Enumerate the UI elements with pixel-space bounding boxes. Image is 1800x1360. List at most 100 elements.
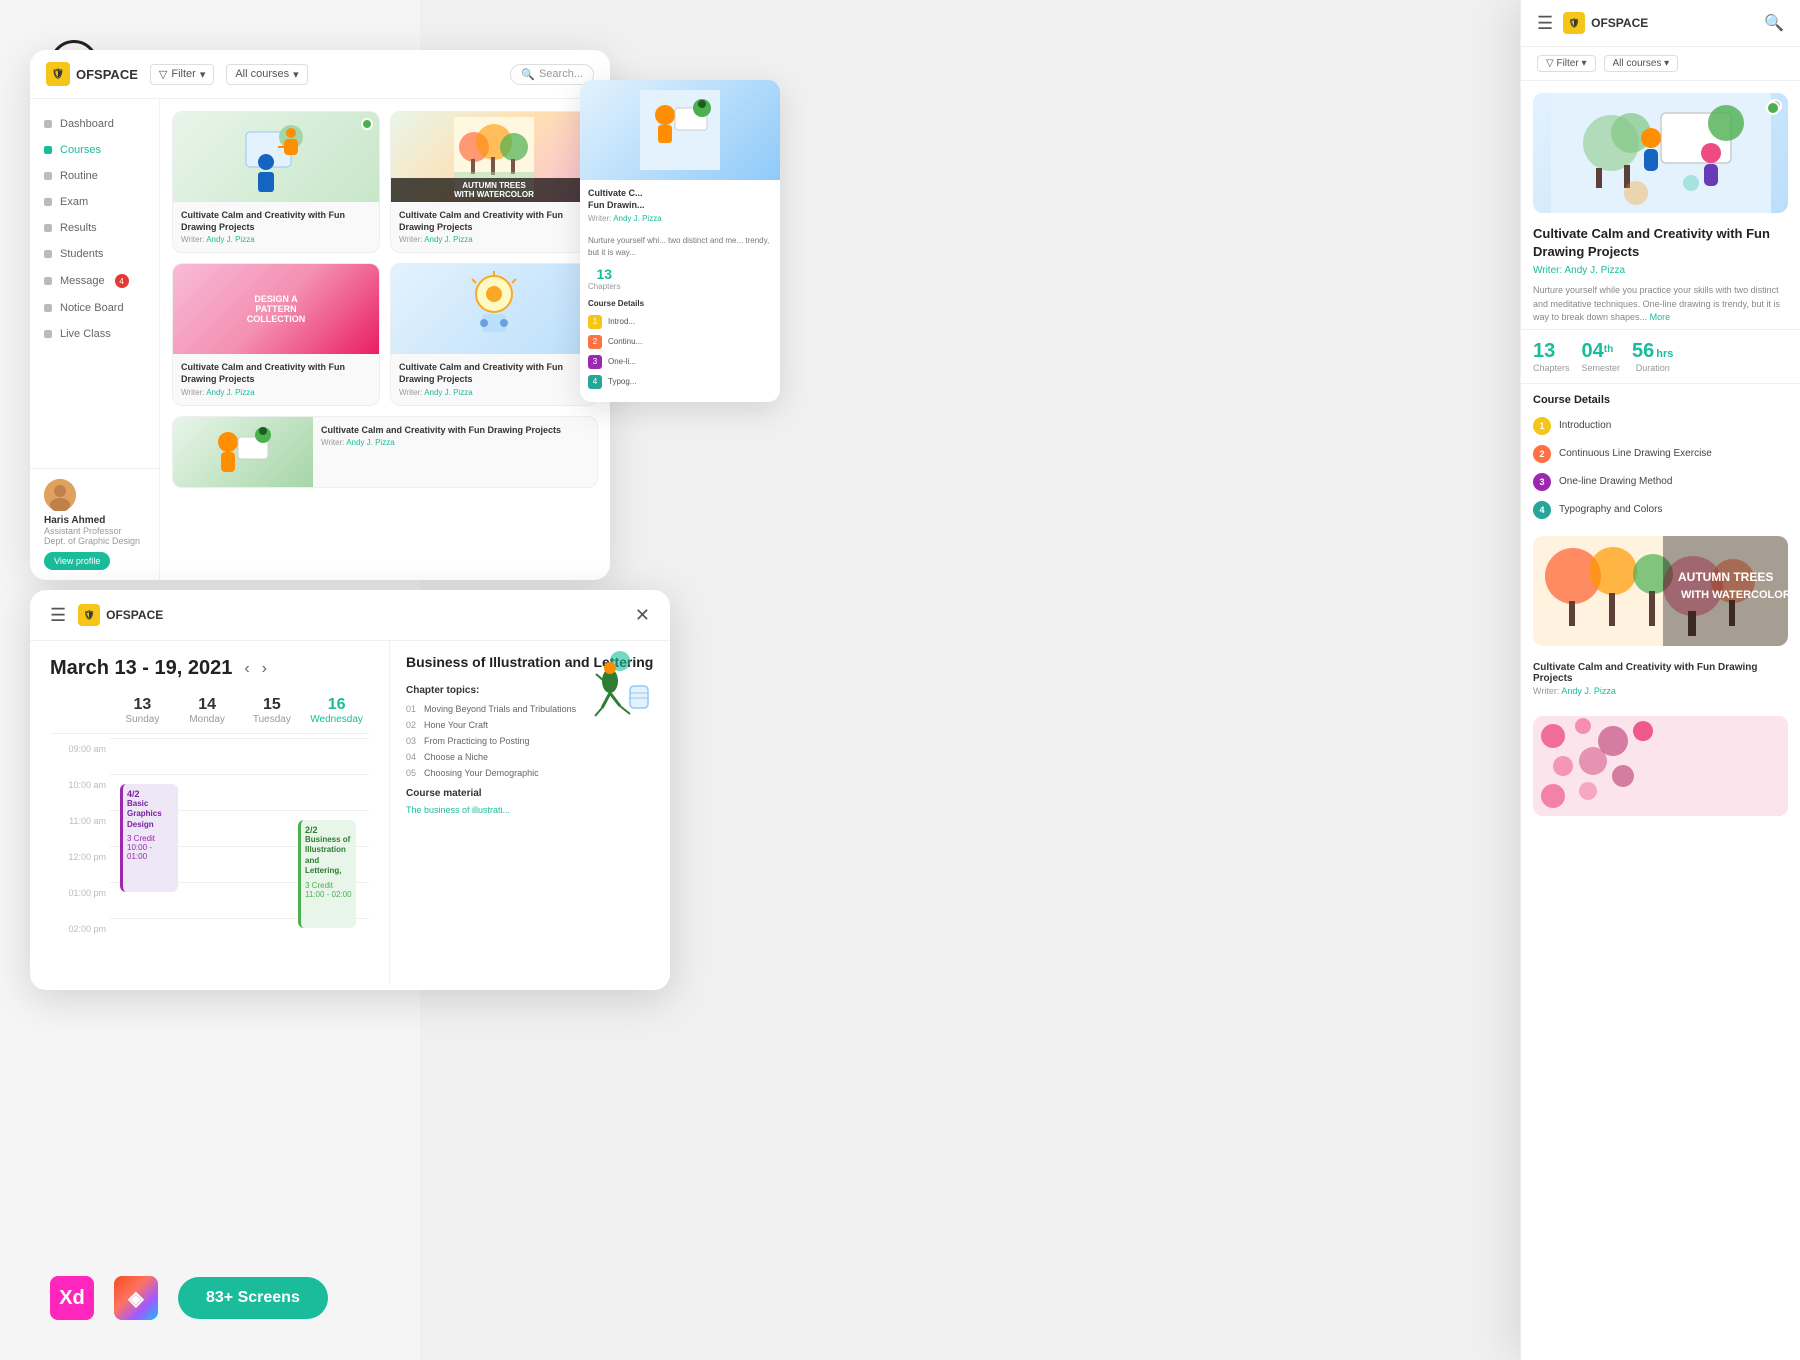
card-title-4: Cultivate Calm and Creativity with Fun D… bbox=[399, 362, 589, 385]
cal-date-nav: March 13 - 19, 2021 ‹ › bbox=[50, 657, 369, 680]
dp-more-link[interactable]: More bbox=[1650, 312, 1671, 322]
middle-card-title: Cultivate C...Fun Drawin... bbox=[588, 188, 772, 211]
dp-desc: Nurture yourself while you practice your… bbox=[1521, 280, 1800, 329]
cal-day-13: 13 Sunday bbox=[110, 696, 175, 725]
ds-header: 🛡 OFSPACE ▽ Filter ▾ All courses ▾ 🔍 Sea… bbox=[30, 50, 610, 99]
card-body-2: Cultivate Calm and Creativity with Fun D… bbox=[391, 202, 597, 252]
middle-card-desc: Nurture yourself whi... two distinct and… bbox=[580, 231, 780, 261]
courses-grid: Cultivate Calm and Creativity with Fun D… bbox=[172, 111, 598, 488]
cal-left: March 13 - 19, 2021 ‹ › 13 Sunday 14 Mon… bbox=[30, 641, 390, 985]
cal-time-grid: 09:00 am 10:00 am 11:00 am bbox=[50, 738, 369, 954]
dp-search-icon[interactable]: 🔍 bbox=[1764, 13, 1784, 33]
middle-card-stats: 13 Chapters bbox=[580, 266, 780, 291]
cal-material-link[interactable]: The business of illustrati... bbox=[406, 805, 654, 815]
avatar bbox=[44, 479, 76, 511]
dp-filter-btn[interactable]: ▽ Filter ▾ bbox=[1537, 55, 1596, 72]
cal-day-14: 14 Monday bbox=[175, 696, 240, 725]
ds-sidebar: Dashboard Courses Routine Exam Results S… bbox=[30, 99, 160, 580]
sidebar-item-dashboard[interactable]: Dashboard bbox=[30, 111, 159, 137]
bottom-bar: Xd ◈ 83+ Screens bbox=[50, 1276, 370, 1320]
card-img-5 bbox=[173, 417, 313, 487]
sidebar-item-noticeboard[interactable]: Notice Board bbox=[30, 295, 159, 321]
cal-event-business-illustration[interactable]: 2/2 Business of Illustration and Letteri… bbox=[298, 820, 356, 928]
nav-dot bbox=[44, 172, 52, 180]
dp-section-title: Course Details bbox=[1521, 384, 1800, 412]
cal-days-header: 13 Sunday 14 Monday 15 Tuesday 16 Wednes… bbox=[50, 696, 369, 734]
sidebar-item-students[interactable]: Students bbox=[30, 241, 159, 267]
ds-logo-icon: 🛡 bbox=[46, 62, 70, 86]
course-card-5[interactable]: Cultivate Calm and Creativity with Fun D… bbox=[172, 416, 598, 488]
sidebar-item-message[interactable]: Message 4 bbox=[30, 267, 159, 295]
dp-courses-btn[interactable]: All courses ▾ bbox=[1604, 55, 1679, 72]
nav-dot bbox=[44, 146, 52, 154]
profile-name: Haris Ahmed bbox=[44, 515, 146, 526]
dp-pattern-card[interactable]: DESIGN APATTERNCOLLECTION bbox=[1533, 716, 1788, 816]
detail-row-4: 4 Typog... bbox=[580, 372, 780, 392]
dp-menu-icon[interactable]: ☰ bbox=[1537, 13, 1553, 34]
card-writer-3: Writer: Andy J. Pizza bbox=[181, 388, 371, 397]
course-card-3[interactable]: DESIGN APATTERNCOLLECTION Cultivate Calm… bbox=[172, 263, 380, 405]
course-card-4[interactable]: Cultivate Calm and Creativity with Fun D… bbox=[390, 263, 598, 405]
dp-autumn-writer: Writer: Andy J. Pizza bbox=[1521, 686, 1800, 704]
dp-course-item-3: 3 One-line Drawing Method bbox=[1521, 468, 1800, 496]
cal-day-16: 16 Wednesday bbox=[304, 696, 369, 725]
card-title-3: Cultivate Calm and Creativity with Fun D… bbox=[181, 362, 371, 385]
card-title-5: Cultivate Calm and Creativity with Fun D… bbox=[321, 425, 589, 437]
nav-dot bbox=[44, 198, 52, 206]
middle-card-writer: Writer: Andy J. Pizza bbox=[588, 214, 772, 223]
cal-topic-4: 04 Choose a Niche bbox=[406, 752, 654, 762]
card-writer-4: Writer: Andy J. Pizza bbox=[399, 388, 589, 397]
profile-section: Haris Ahmed Assistant Professor Dept. of… bbox=[30, 468, 160, 580]
course-card-2[interactable]: AUTUMN TREESWITH WATERCOLOR Cultivate Ca… bbox=[390, 111, 598, 253]
cal-next-btn[interactable]: › bbox=[262, 660, 267, 678]
card-writer-5: Writer: Andy J. Pizza bbox=[321, 438, 589, 447]
cal-logo-icon: 🛡 bbox=[78, 604, 100, 626]
screens-button[interactable]: 83+ Screens bbox=[178, 1277, 328, 1319]
dp-hero-img bbox=[1533, 93, 1788, 213]
card-body-1: Cultivate Calm and Creativity with Fun D… bbox=[173, 202, 379, 252]
dp-autumn-title: Cultivate Calm and Creativity with Fun D… bbox=[1521, 658, 1800, 686]
middle-card-img bbox=[580, 80, 780, 180]
dp-autumn-card[interactable]: AUTUMN TREES WITH WATERCOLOR bbox=[1533, 536, 1788, 646]
svg-text:WITH WATERCOLOR: WITH WATERCOLOR bbox=[1681, 589, 1788, 601]
card-img-2: AUTUMN TREESWITH WATERCOLOR bbox=[391, 112, 597, 202]
ds-logo: 🛡 OFSPACE bbox=[46, 62, 138, 86]
card-body-5: Cultivate Calm and Creativity with Fun D… bbox=[313, 417, 597, 487]
sidebar-item-courses[interactable]: Courses bbox=[30, 137, 159, 163]
dp-logo-icon: 🛡 bbox=[1563, 12, 1585, 34]
course-card-1[interactable]: Cultivate Calm and Creativity with Fun D… bbox=[172, 111, 380, 253]
nav-dot bbox=[44, 304, 52, 312]
cal-close-icon[interactable]: ✕ bbox=[635, 605, 650, 626]
card-title-2: Cultivate Calm and Creativity with Fun D… bbox=[399, 210, 589, 233]
ds-search[interactable]: 🔍 Search... bbox=[510, 64, 594, 85]
nav-dot bbox=[44, 250, 52, 258]
nav-dot bbox=[44, 120, 52, 128]
view-profile-button[interactable]: View profile bbox=[44, 552, 110, 570]
card-title-1: Cultivate Calm and Creativity with Fun D… bbox=[181, 210, 371, 233]
cal-day-15: 15 Tuesday bbox=[240, 696, 305, 725]
cal-illustration bbox=[560, 646, 660, 726]
stat-chapters: 13 Chapters bbox=[588, 266, 620, 291]
dashboard-screenshot: 🛡 OFSPACE ▽ Filter ▾ All courses ▾ 🔍 Sea… bbox=[30, 50, 610, 580]
ds-body: Dashboard Courses Routine Exam Results S… bbox=[30, 99, 610, 580]
ds-filter-btn[interactable]: ▽ Filter ▾ bbox=[150, 64, 214, 85]
card-writer-1: Writer: Andy J. Pizza bbox=[181, 235, 371, 244]
sidebar-item-exam[interactable]: Exam bbox=[30, 189, 159, 215]
cal-menu-icon[interactable]: ☰ bbox=[50, 605, 66, 626]
stat-duration: 56hrs Duration bbox=[1632, 340, 1673, 373]
dp-course-item-1: 1 Introduction bbox=[1521, 412, 1800, 440]
svg-text:AUTUMN TREES: AUTUMN TREES bbox=[1678, 570, 1773, 584]
cal-prev-btn[interactable]: ‹ bbox=[244, 660, 249, 678]
detail-panel: ☰ 🛡 OFSPACE 🔍 ▽ Filter ▾ All courses ▾ bbox=[1520, 0, 1800, 1360]
sidebar-item-results[interactable]: Results bbox=[30, 215, 159, 241]
sidebar-item-liveclass[interactable]: Live Class bbox=[30, 321, 159, 347]
cal-event-basic-graphics[interactable]: 4/2 Basic Graphics Design 3 Credit 10:00… bbox=[120, 784, 178, 892]
ds-courses-btn[interactable]: All courses ▾ bbox=[226, 64, 307, 85]
cal-date-range: March 13 - 19, 2021 bbox=[50, 657, 232, 680]
dp-stats: 13 Chapters 04th Semester 56hrs Duration bbox=[1521, 329, 1800, 384]
detail-row-1: 1 Introd... bbox=[580, 312, 780, 332]
cal-topic-5: 05 Choosing Your Demographic bbox=[406, 768, 654, 778]
cal-topic-3: 03 From Practicing to Posting bbox=[406, 736, 654, 746]
stat-chapters: 13 Chapters bbox=[1533, 340, 1570, 373]
sidebar-item-routine[interactable]: Routine bbox=[30, 163, 159, 189]
